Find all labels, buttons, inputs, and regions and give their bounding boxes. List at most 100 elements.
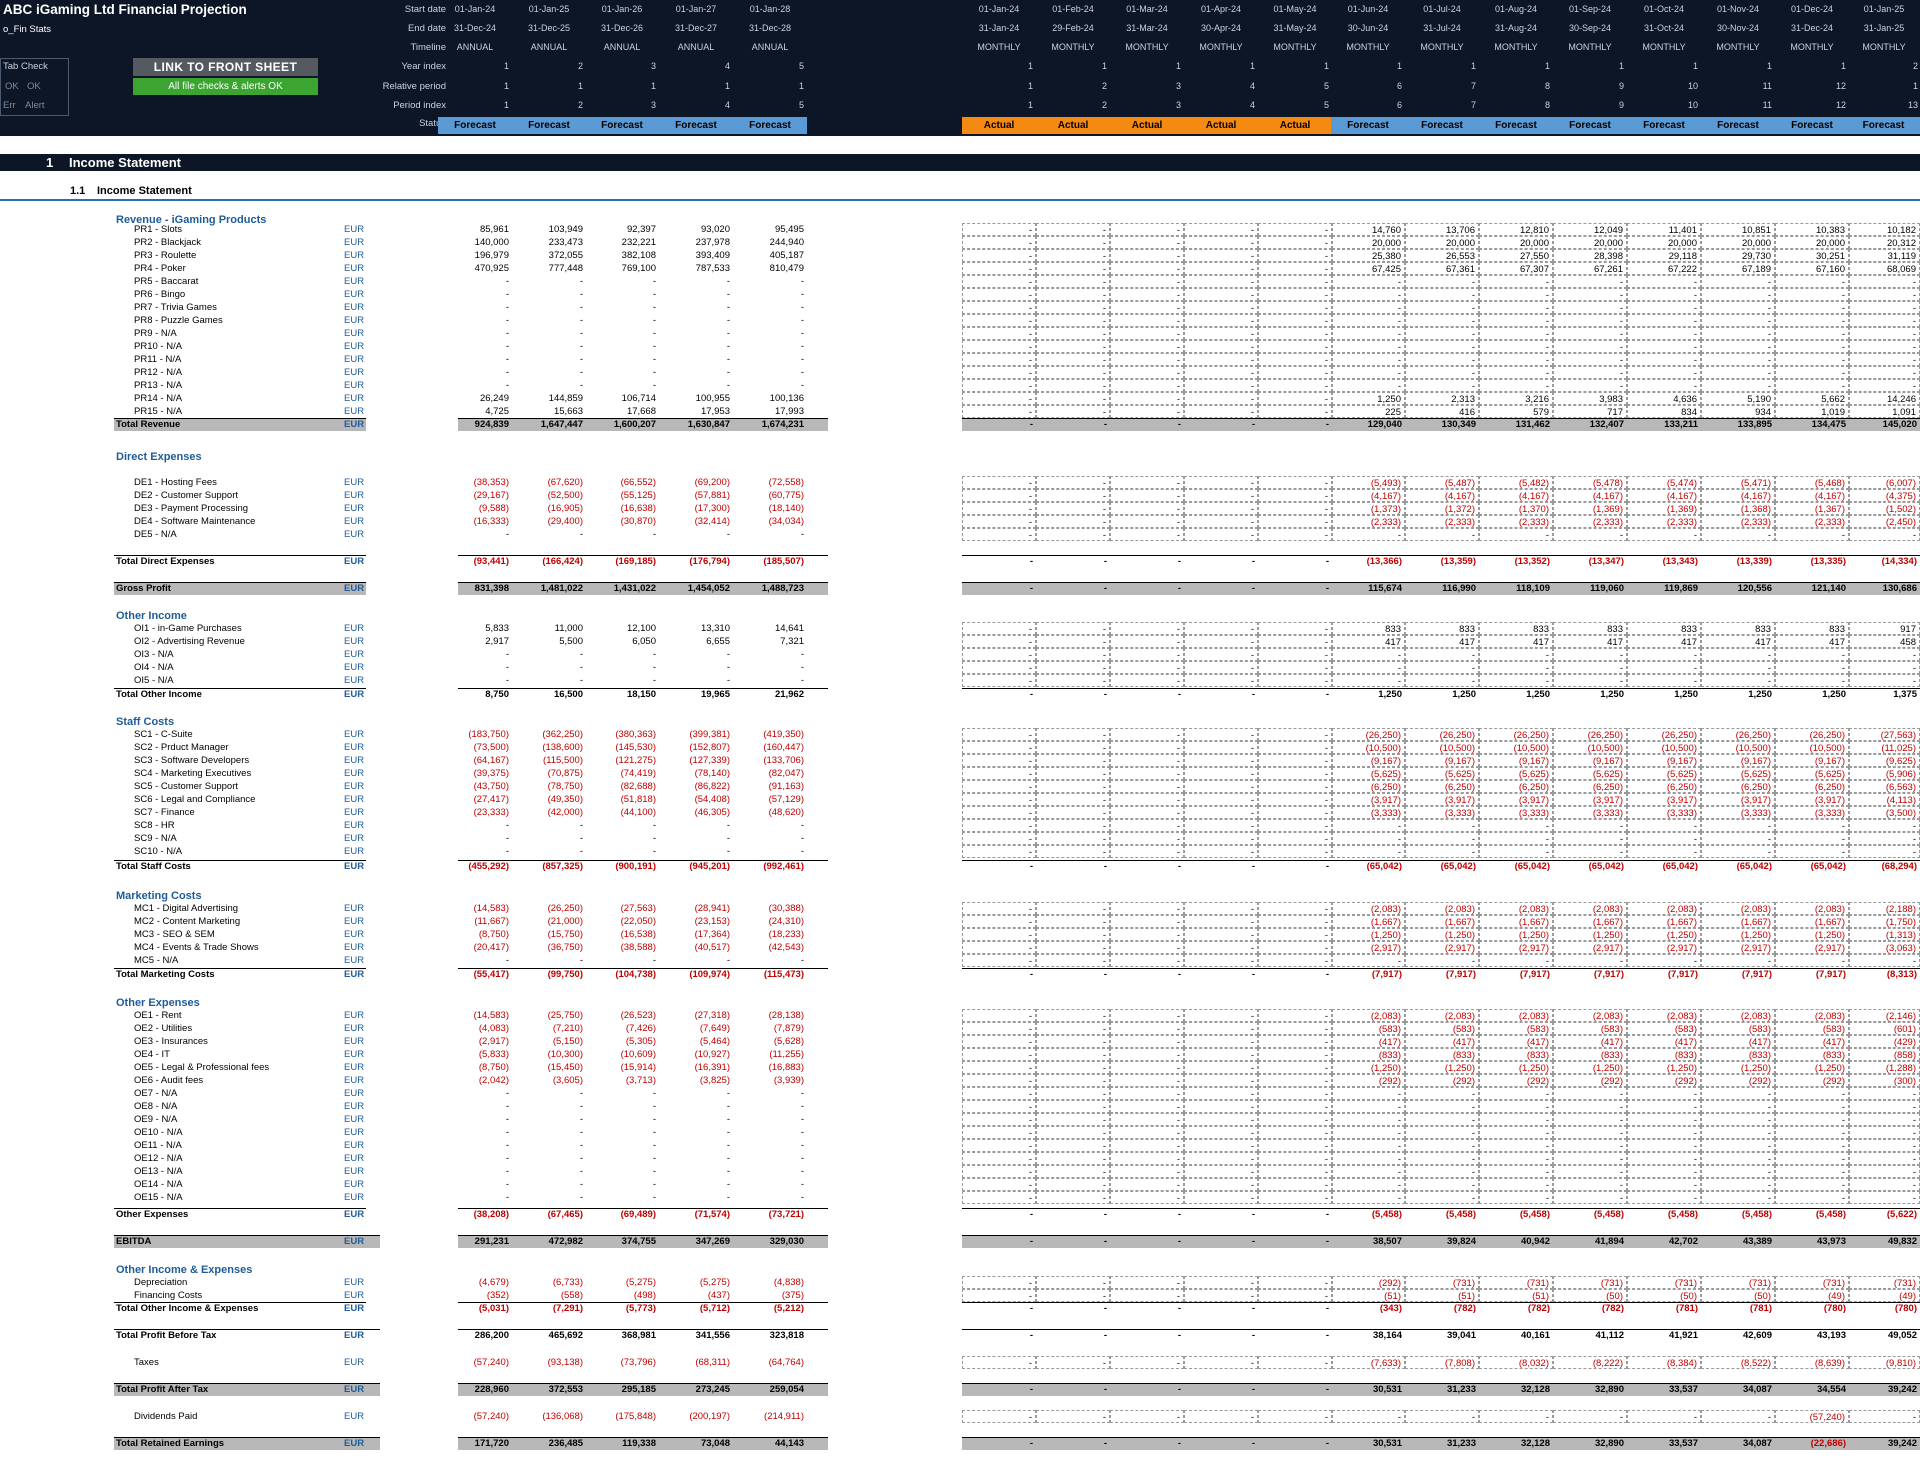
- monthly-value-cell[interactable]: -: [1849, 288, 1920, 301]
- monthly-value-cell[interactable]: -: [1184, 1126, 1258, 1139]
- monthly-value-cell[interactable]: -: [1775, 1191, 1849, 1204]
- annual-value-cell[interactable]: -: [733, 832, 804, 845]
- monthly-value-cell[interactable]: (5,622): [1849, 1208, 1917, 1221]
- monthly-value-cell[interactable]: 20,000: [1775, 236, 1849, 249]
- monthly-value-cell[interactable]: -: [1036, 1289, 1110, 1302]
- monthly-value-cell[interactable]: (27,563): [1849, 728, 1920, 741]
- monthly-value-cell[interactable]: -: [1332, 661, 1405, 674]
- annual-value-cell[interactable]: (73,500): [438, 741, 509, 754]
- monthly-value-cell[interactable]: -: [1701, 528, 1775, 541]
- monthly-value-cell[interactable]: (26,250): [1701, 728, 1775, 741]
- annual-value-cell[interactable]: (16,333): [438, 515, 509, 528]
- annual-value-cell[interactable]: 5,500: [512, 635, 583, 648]
- monthly-value-cell[interactable]: (1,369): [1553, 502, 1627, 515]
- monthly-value-cell[interactable]: -: [1110, 819, 1184, 832]
- annual-value-cell[interactable]: 93,020: [659, 223, 730, 236]
- monthly-value-cell[interactable]: -: [1110, 1113, 1184, 1126]
- link-to-front-sheet-button[interactable]: LINK TO FRONT SHEET: [133, 58, 318, 76]
- monthly-value-cell[interactable]: 14,246: [1849, 392, 1920, 405]
- monthly-value-cell[interactable]: -: [1184, 954, 1258, 967]
- monthly-value-cell[interactable]: -: [1036, 941, 1110, 954]
- annual-value-cell[interactable]: -: [438, 288, 509, 301]
- monthly-value-cell[interactable]: -: [1849, 301, 1920, 314]
- annual-value-cell[interactable]: (26,250): [512, 902, 583, 915]
- monthly-value-cell[interactable]: -: [1184, 582, 1255, 595]
- monthly-value-cell[interactable]: -: [1479, 366, 1553, 379]
- monthly-value-cell[interactable]: 20,000: [1627, 236, 1701, 249]
- annual-value-cell[interactable]: 393,409: [659, 249, 730, 262]
- monthly-value-cell[interactable]: 11,401: [1627, 223, 1701, 236]
- annual-value-cell[interactable]: (68,311): [659, 1356, 730, 1369]
- monthly-value-cell[interactable]: -: [1849, 353, 1920, 366]
- annual-value-cell[interactable]: -: [733, 528, 804, 541]
- monthly-value-cell[interactable]: -: [1036, 1329, 1107, 1342]
- monthly-value-cell[interactable]: 30,531: [1332, 1383, 1402, 1396]
- monthly-value-cell[interactable]: -: [1036, 1048, 1110, 1061]
- annual-value-cell[interactable]: 19,965: [659, 688, 730, 701]
- monthly-value-cell[interactable]: -: [1775, 327, 1849, 340]
- monthly-value-cell[interactable]: 31,233: [1405, 1383, 1476, 1396]
- annual-value-cell[interactable]: 1,674,231: [733, 418, 804, 431]
- annual-value-cell[interactable]: 16,500: [512, 688, 583, 701]
- monthly-value-cell[interactable]: -: [1775, 1165, 1849, 1178]
- monthly-value-cell[interactable]: -: [1110, 366, 1184, 379]
- annual-value-cell[interactable]: (30,870): [585, 515, 656, 528]
- monthly-value-cell[interactable]: -: [1258, 489, 1332, 502]
- monthly-value-cell[interactable]: -: [1701, 275, 1775, 288]
- monthly-value-cell[interactable]: (2,083): [1553, 1009, 1627, 1022]
- monthly-value-cell[interactable]: -: [962, 528, 1036, 541]
- monthly-value-cell[interactable]: -: [1405, 1100, 1479, 1113]
- annual-value-cell[interactable]: (91,163): [733, 780, 804, 793]
- monthly-value-cell[interactable]: (1,667): [1775, 915, 1849, 928]
- monthly-value-cell[interactable]: -: [1405, 1113, 1479, 1126]
- annual-value-cell[interactable]: -: [659, 661, 730, 674]
- annual-value-cell[interactable]: 5,833: [438, 622, 509, 635]
- monthly-value-cell[interactable]: (9,810): [1849, 1356, 1920, 1369]
- monthly-value-cell[interactable]: -: [962, 288, 1036, 301]
- monthly-value-cell[interactable]: (2,083): [1479, 1009, 1553, 1022]
- monthly-value-cell[interactable]: -: [1701, 327, 1775, 340]
- annual-value-cell[interactable]: (23,153): [659, 915, 730, 928]
- monthly-value-cell[interactable]: -: [962, 1009, 1036, 1022]
- monthly-value-cell[interactable]: -: [1258, 1302, 1329, 1315]
- monthly-value-cell[interactable]: -: [962, 1113, 1036, 1126]
- monthly-value-cell[interactable]: -: [1184, 688, 1255, 701]
- monthly-value-cell[interactable]: -: [1184, 418, 1255, 431]
- monthly-value-cell[interactable]: -: [1184, 767, 1258, 780]
- monthly-value-cell[interactable]: 833: [1553, 622, 1627, 635]
- annual-value-cell[interactable]: 103,949: [512, 223, 583, 236]
- annual-value-cell[interactable]: -: [512, 832, 583, 845]
- monthly-value-cell[interactable]: (13,347): [1553, 555, 1624, 568]
- monthly-value-cell[interactable]: -: [1332, 845, 1405, 858]
- monthly-value-cell[interactable]: -: [1036, 1022, 1110, 1035]
- monthly-value-cell[interactable]: -: [1849, 1152, 1920, 1165]
- monthly-value-cell[interactable]: (1,370): [1479, 502, 1553, 515]
- annual-value-cell[interactable]: 1,647,447: [512, 418, 583, 431]
- annual-value-cell[interactable]: (52,500): [512, 489, 583, 502]
- annual-value-cell[interactable]: -: [659, 528, 730, 541]
- monthly-value-cell[interactable]: -: [1110, 1208, 1181, 1221]
- annual-value-cell[interactable]: (133,706): [733, 754, 804, 767]
- monthly-value-cell[interactable]: 49,832: [1849, 1235, 1917, 1248]
- monthly-value-cell[interactable]: -: [1036, 515, 1110, 528]
- monthly-value-cell[interactable]: (7,917): [1627, 968, 1698, 981]
- monthly-value-cell[interactable]: -: [1110, 1087, 1184, 1100]
- monthly-value-cell[interactable]: (2,917): [1479, 941, 1553, 954]
- monthly-value-cell[interactable]: (5,468): [1775, 476, 1849, 489]
- monthly-value-cell[interactable]: -: [1036, 1383, 1107, 1396]
- monthly-value-cell[interactable]: -: [1184, 1100, 1258, 1113]
- annual-value-cell[interactable]: (38,208): [438, 1208, 509, 1221]
- monthly-value-cell[interactable]: (429): [1849, 1035, 1920, 1048]
- monthly-value-cell[interactable]: -: [962, 236, 1036, 249]
- monthly-value-cell[interactable]: 67,160: [1775, 262, 1849, 275]
- monthly-value-cell[interactable]: -: [1258, 379, 1332, 392]
- monthly-value-cell[interactable]: -: [1036, 1074, 1110, 1087]
- annual-value-cell[interactable]: (86,822): [659, 780, 730, 793]
- monthly-value-cell[interactable]: -: [1036, 1356, 1110, 1369]
- monthly-value-cell[interactable]: 133,211: [1627, 418, 1698, 431]
- monthly-value-cell[interactable]: -: [1627, 275, 1701, 288]
- annual-value-cell[interactable]: (5,773): [585, 1302, 656, 1315]
- monthly-value-cell[interactable]: (1,667): [1553, 915, 1627, 928]
- monthly-value-cell[interactable]: -: [1036, 902, 1110, 915]
- monthly-value-cell[interactable]: -: [1036, 767, 1110, 780]
